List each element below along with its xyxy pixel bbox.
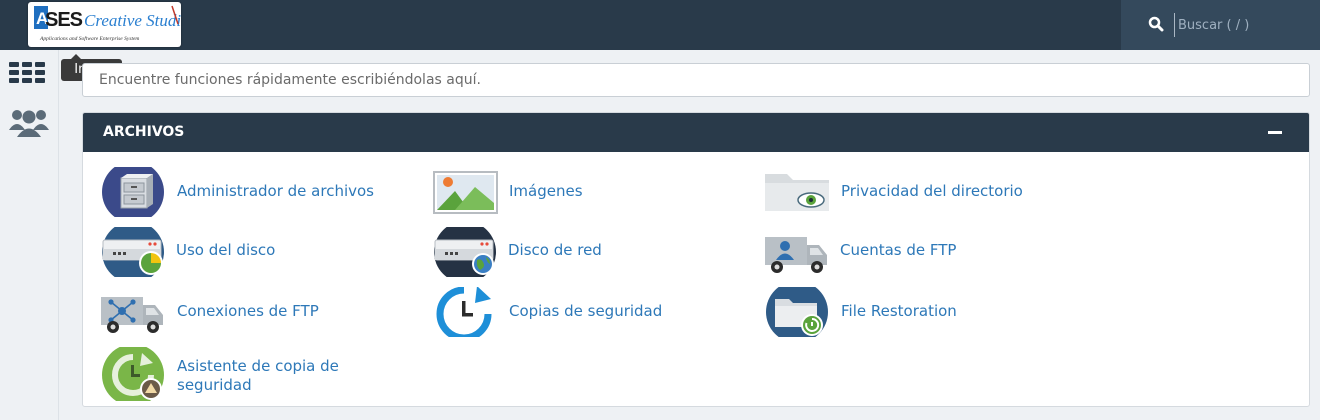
top-bar: A SES Creative Studio Applications and S…: [0, 0, 1320, 50]
item-ftp-connections[interactable]: Conexiones de FTP: [101, 287, 361, 339]
grid-home-icon[interactable]: [8, 62, 48, 88]
item-label: Privacidad del directorio: [841, 182, 1023, 200]
item-backup-wizard[interactable]: Asistente de copia de seguridad: [101, 344, 401, 406]
images-icon: [433, 167, 499, 221]
company-logo[interactable]: A SES Creative Studio Applications and S…: [28, 2, 181, 47]
item-label: Cuentas de FTP: [840, 241, 957, 259]
item-images[interactable]: Imágenes: [433, 167, 673, 219]
item-file-manager[interactable]: Administrador de archivos: [101, 161, 411, 223]
item-ftp-accounts[interactable]: Cuentas de FTP: [765, 227, 1005, 279]
directory-privacy-icon: [765, 167, 831, 221]
item-file-restoration[interactable]: File Restoration: [765, 281, 1005, 343]
item-label: Disco de red: [508, 241, 602, 259]
sidebar: [0, 50, 59, 420]
search-box: [1121, 0, 1320, 50]
files-panel: ARCHIVOS Administrador de archivos Imáge…: [82, 112, 1310, 407]
disk-usage-icon: [101, 221, 167, 283]
file-restoration-icon: [765, 281, 831, 343]
search-input[interactable]: [1174, 13, 1314, 37]
item-directory-privacy[interactable]: Privacidad del directorio: [765, 167, 1065, 219]
item-label: Uso del disco: [176, 241, 276, 259]
backup-icon: [433, 286, 499, 342]
ftp-connections-icon: [101, 287, 167, 341]
item-label-line2: seguridad: [177, 376, 252, 394]
panel-header[interactable]: ARCHIVOS: [83, 113, 1309, 152]
backup-wizard-icon: [101, 344, 167, 406]
item-label: Conexiones de FTP: [177, 302, 319, 320]
ftp-accounts-icon: [765, 227, 831, 281]
svg-text:SES: SES: [45, 9, 83, 31]
item-label: Copias de seguridad: [509, 302, 663, 320]
search-icon: [1148, 16, 1164, 36]
svg-text:Creative Studio: Creative Studio: [84, 11, 181, 30]
item-disk-usage[interactable]: Uso del disco: [101, 221, 321, 283]
panel-title: ARCHIVOS: [103, 124, 185, 140]
item-label-line1: Asistente de copia de: [177, 357, 339, 375]
item-backup[interactable]: Copias de seguridad: [433, 286, 703, 342]
file-manager-icon: [101, 161, 167, 223]
quick-find-input[interactable]: [82, 63, 1310, 97]
collapse-icon[interactable]: [1268, 131, 1282, 134]
item-label: Imágenes: [509, 182, 583, 200]
item-label: Administrador de archivos: [177, 182, 374, 200]
item-label: File Restoration: [841, 302, 957, 320]
web-disk-icon: [433, 221, 499, 283]
item-web-disk[interactable]: Disco de red: [433, 221, 653, 283]
svg-text:Applications and Software Ente: Applications and Software Enterprise Sys…: [39, 35, 139, 42]
users-icon[interactable]: [9, 106, 49, 142]
